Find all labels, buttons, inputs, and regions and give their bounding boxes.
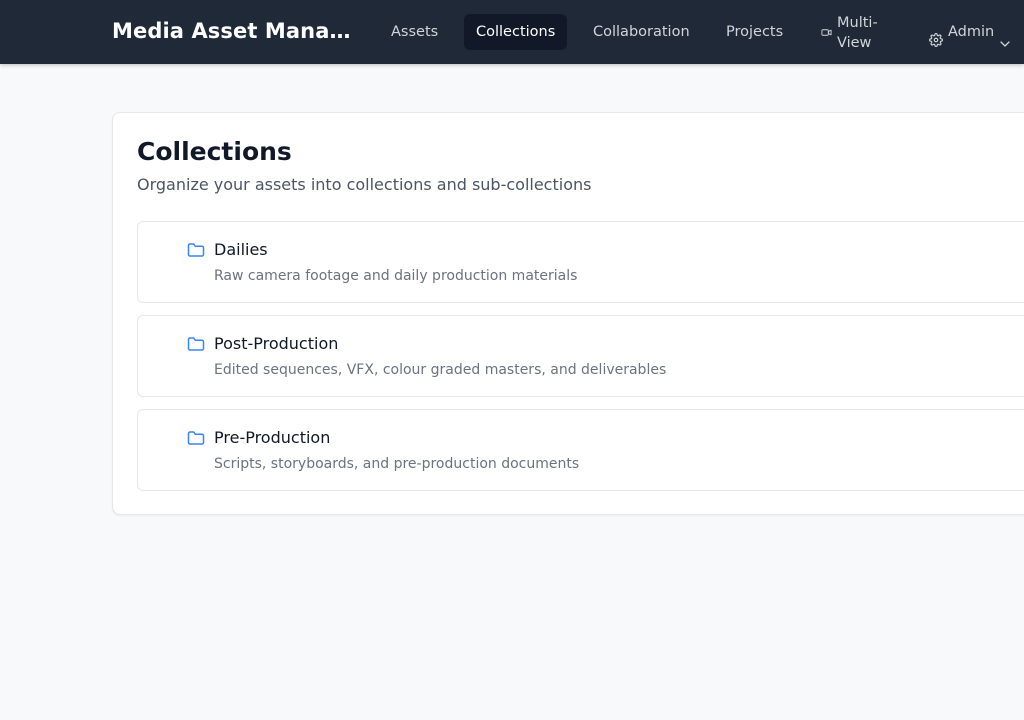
top-navigation-bar: Media Asset Mana… Assets Collections Col… — [0, 0, 1024, 64]
admin-menu[interactable]: Admin — [917, 14, 1010, 50]
collection-name: Post-Production — [214, 334, 339, 353]
nav-projects[interactable]: Projects — [714, 14, 795, 50]
chevron-down-icon — [999, 27, 1011, 63]
collection-description: Edited sequences, VFX, colour graded mas… — [214, 362, 667, 378]
folder-icon — [187, 430, 205, 450]
collection-description: Scripts, storyboards, and pre-production… — [214, 456, 580, 472]
collection-name: Pre-Production — [214, 428, 331, 447]
admin-label: Admin — [948, 24, 995, 40]
nav-multi-view-label: Multi-View — [837, 15, 878, 51]
page-title: Collections — [137, 137, 292, 166]
page-subtitle: Organize your assets into collections an… — [137, 175, 592, 194]
video-camera-icon — [821, 26, 832, 42]
nav-assets[interactable]: Assets — [379, 14, 450, 50]
nav-collections[interactable]: Collections — [464, 14, 568, 50]
folder-icon — [187, 242, 205, 262]
folder-icon — [187, 336, 205, 356]
gear-icon — [929, 25, 943, 61]
nav-multi-view[interactable]: Multi-View — [809, 12, 891, 52]
app-title[interactable]: Media Asset Mana… — [112, 19, 351, 43]
collection-item-pre-production[interactable]: Pre-Production Scripts, storyboards, and… — [137, 409, 1024, 491]
nav-collaboration[interactable]: Collaboration — [581, 14, 702, 50]
collection-name: Dailies — [214, 240, 268, 259]
collections-panel: Collections Organize your assets into co… — [112, 112, 1024, 515]
collection-item-dailies[interactable]: Dailies Raw camera footage and daily pro… — [137, 221, 1024, 303]
collection-item-post-production[interactable]: Post-Production Edited sequences, VFX, c… — [137, 315, 1024, 397]
collection-description: Raw camera footage and daily production … — [214, 268, 578, 284]
